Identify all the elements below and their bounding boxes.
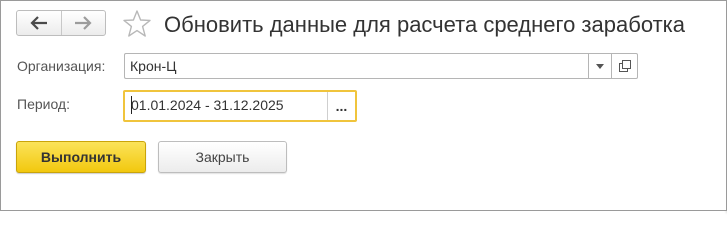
organization-open-button[interactable] — [612, 53, 638, 79]
open-window-icon — [618, 60, 631, 72]
arrow-left-icon — [30, 16, 47, 30]
text-caret — [131, 96, 132, 114]
period-label: Период: — [17, 96, 70, 112]
favorite-button[interactable] — [122, 9, 152, 39]
period-input[interactable]: 01.01.2024 - 31.12.2025 — [125, 92, 327, 120]
forward-button[interactable] — [60, 11, 106, 35]
chevron-down-icon — [596, 63, 604, 69]
period-field: 01.01.2024 - 31.12.2025 ... — [123, 90, 357, 122]
organization-dropdown-button[interactable] — [588, 53, 612, 79]
dialog-window: Обновить данные для расчета среднего зар… — [0, 0, 727, 211]
organization-input[interactable]: Крон-Ц — [124, 53, 588, 79]
period-select-button[interactable]: ... — [327, 92, 355, 120]
back-button[interactable] — [17, 11, 61, 35]
close-button[interactable]: Закрыть — [158, 141, 287, 173]
run-button[interactable]: Выполнить — [16, 141, 146, 173]
arrow-right-icon — [75, 16, 92, 30]
navigation-buttons — [16, 10, 106, 36]
star-icon — [123, 10, 151, 37]
period-value: 01.01.2024 - 31.12.2025 — [131, 97, 284, 113]
page-title: Обновить данные для расчета среднего зар… — [164, 12, 685, 37]
organization-field: Крон-Ц — [124, 53, 638, 79]
organization-label: Организация: — [17, 58, 106, 74]
